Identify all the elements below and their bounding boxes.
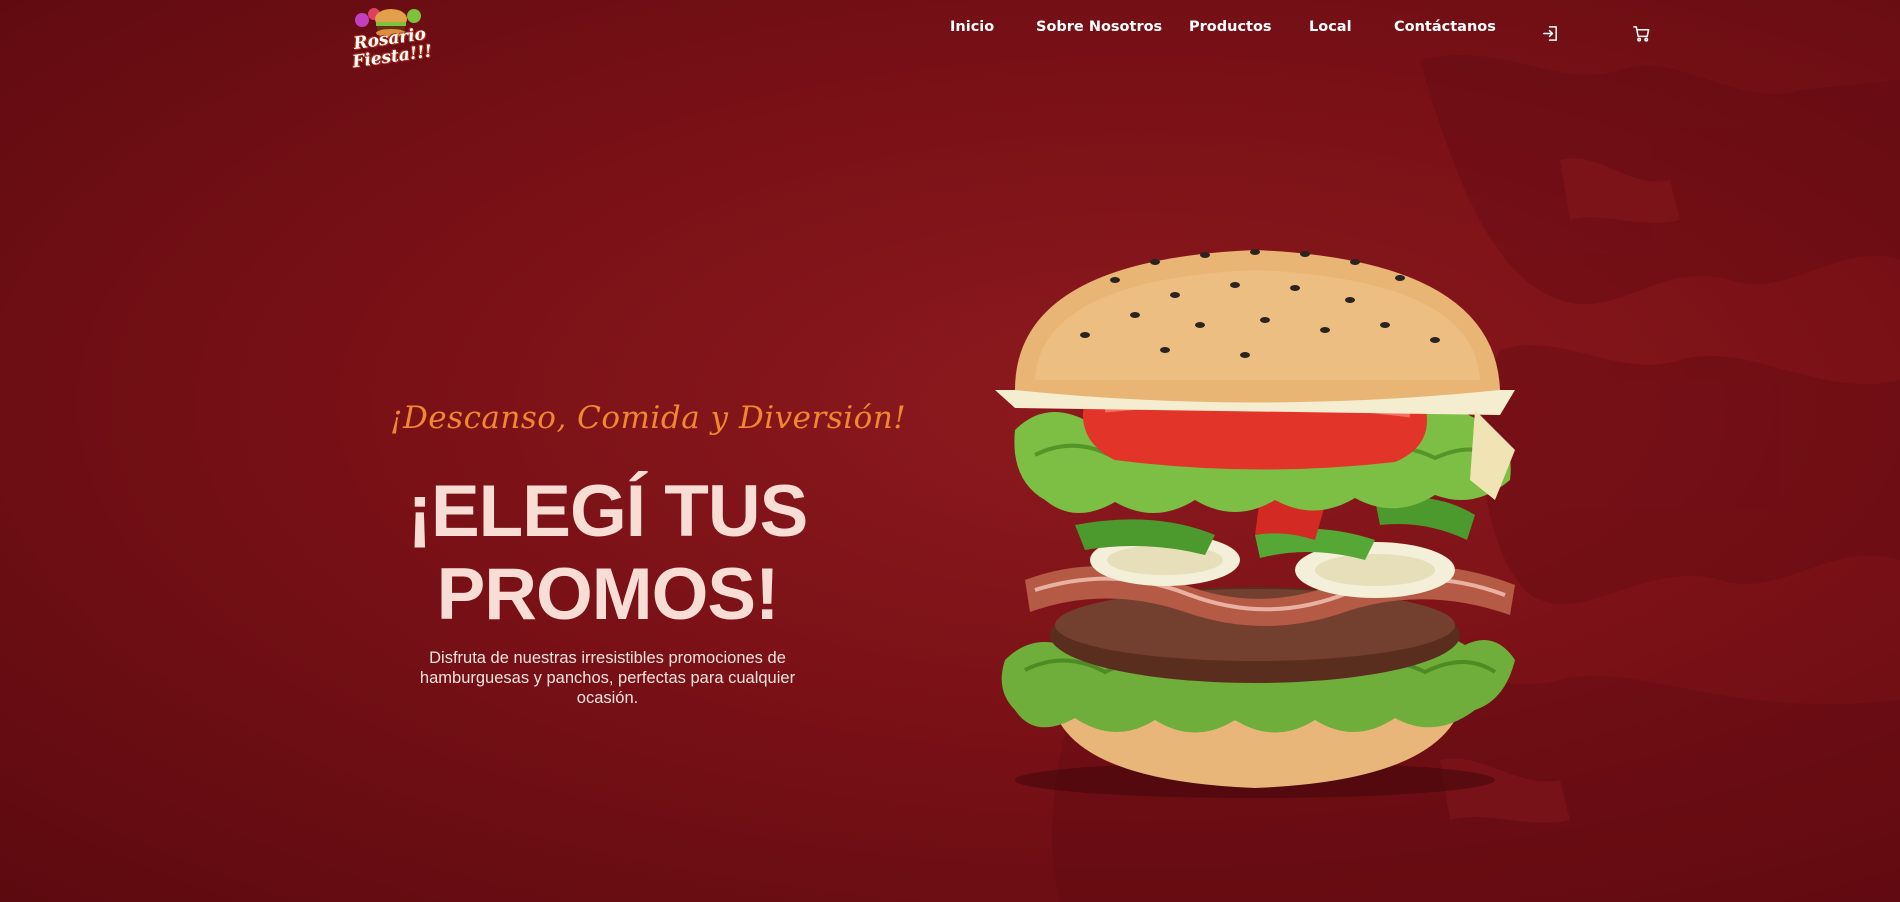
nav-item-sobre-nosotros[interactable]: Sobre Nosotros	[1036, 19, 1162, 35]
nav-item-inicio[interactable]: Inicio	[950, 19, 994, 35]
hero-page: Rosario Fiesta!!! Inicio Sobre Nosotros …	[0, 0, 1900, 902]
brand-logo[interactable]: Rosario Fiesta!!!	[350, 4, 433, 80]
hero-headline: ¡ELEGÍ TUS PROMOS!	[407, 471, 809, 635]
nav-item-productos[interactable]: Productos	[1189, 19, 1272, 35]
burger-image	[995, 249, 1515, 798]
hero-tagline: ¡Descanso, Comida y Diversión!	[390, 400, 907, 436]
nav-item-contactanos[interactable]: Contáctanos	[1394, 19, 1496, 35]
hero-description: Disfruta de nuestras irresistibles promo…	[419, 649, 796, 707]
cart-icon[interactable]	[1632, 24, 1651, 43]
hero-text-block: ¡Descanso, Comida y Diversión! ¡ELEGÍ TU…	[390, 400, 907, 708]
login-icon[interactable]	[1541, 24, 1560, 43]
nav-item-local[interactable]: Local	[1309, 19, 1352, 35]
